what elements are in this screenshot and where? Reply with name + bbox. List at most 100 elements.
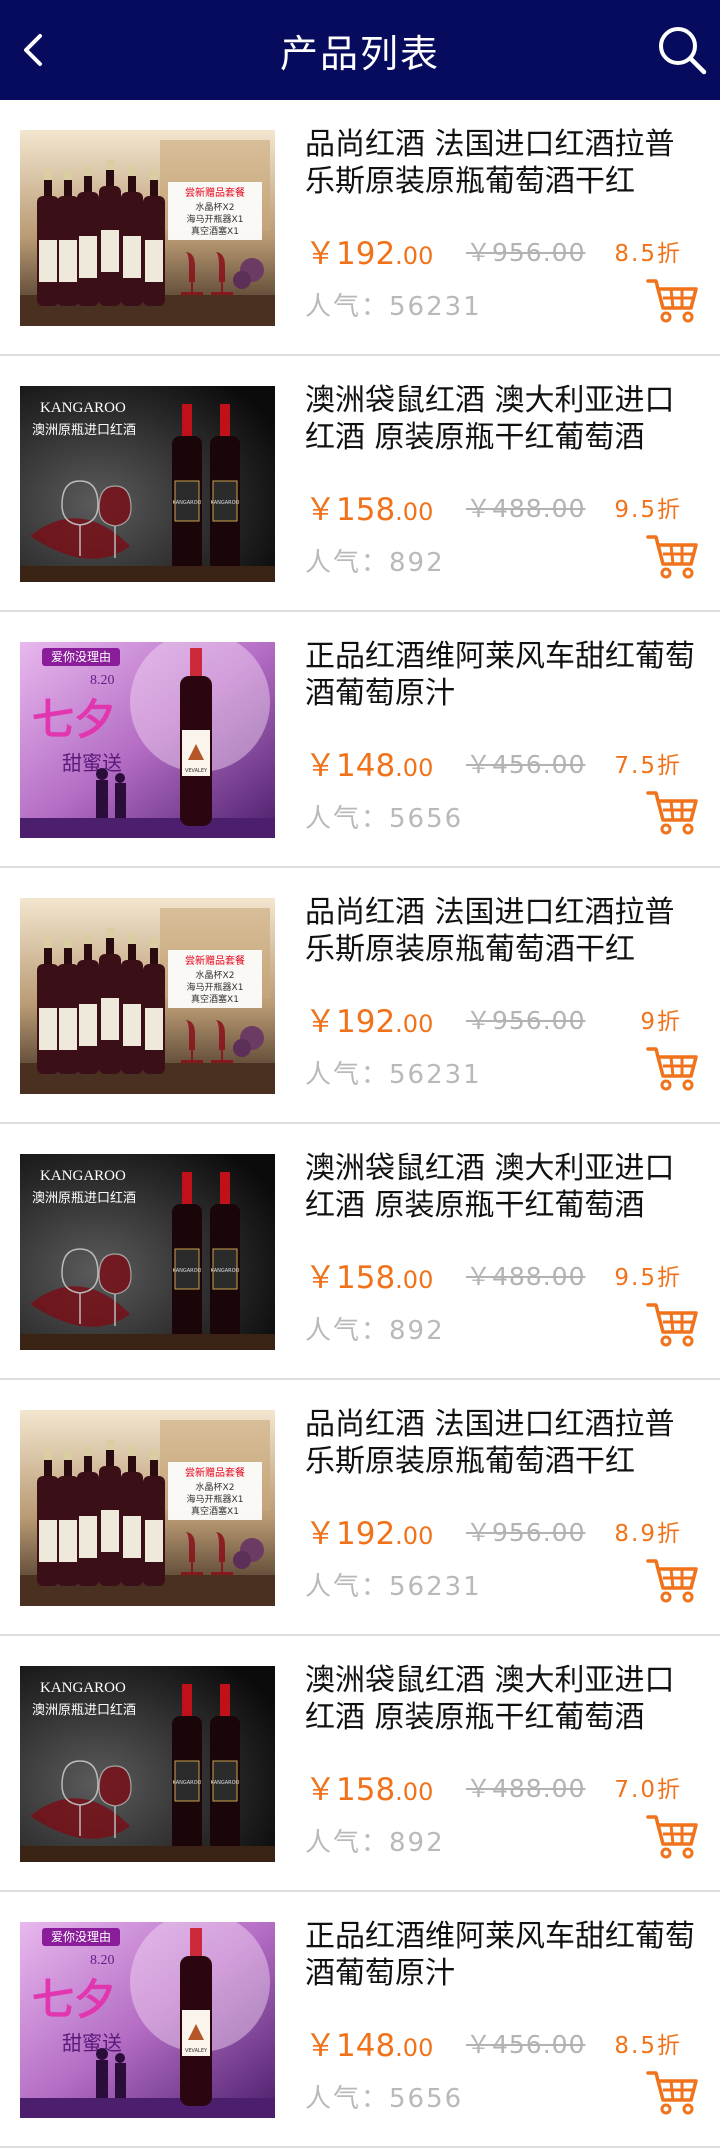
shopping-cart-icon[interactable]: [646, 1556, 698, 1604]
svg-text:海马开瓶器X1: 海马开瓶器X1: [187, 1493, 244, 1505]
product-image[interactable]: 尝新赠品套餐 水晶杯X2 海马开瓶器X1 真空酒塞X1: [20, 1410, 275, 1606]
popularity-count: 人气：56231: [305, 1572, 482, 1602]
product-image[interactable]: KANGAROO 澳洲原瓶进口红酒 KANGAROO KANGAROO: [20, 1154, 275, 1350]
svg-text:海马开瓶器X1: 海马开瓶器X1: [187, 981, 244, 993]
svg-text:8.20: 8.20: [90, 1953, 115, 1968]
svg-text:KANGAROO: KANGAROO: [211, 500, 240, 506]
shopping-cart-icon[interactable]: [646, 2068, 698, 2116]
price-decimal: .00: [395, 242, 434, 270]
product-item[interactable]: 尝新赠品套餐 水晶杯X2 海马开瓶器X1 真空酒塞X1 品尚红酒 法国进口红酒拉普乐斯…: [0, 1380, 720, 1636]
price-integer: ￥192: [305, 1516, 396, 1552]
product-name[interactable]: 品尚红酒 法国进口红酒拉普乐斯原装原瓶葡萄酒干红: [305, 126, 700, 200]
svg-text:KANGAROO: KANGAROO: [40, 400, 126, 416]
svg-text:水晶杯X2: 水晶杯X2: [196, 1481, 235, 1493]
popularity-count: 人气：892: [305, 1828, 445, 1858]
product-photo-lourds: 尝新赠品套餐水晶杯X2海马开瓶器X1真空酒塞X1: [20, 1410, 275, 1606]
discount-badge: 8.5折: [614, 241, 682, 267]
svg-text:澳洲原瓶进口红酒: 澳洲原瓶进口红酒: [32, 1702, 136, 1718]
product-price: ￥148.00: [305, 2020, 433, 2065]
shopping-cart-icon[interactable]: [646, 1812, 698, 1860]
svg-text:海马开瓶器X1: 海马开瓶器X1: [187, 213, 244, 225]
product-name[interactable]: 品尚红酒 法国进口红酒拉普乐斯原装原瓶葡萄酒干红: [305, 894, 700, 968]
svg-text:七夕: 七夕: [32, 695, 116, 744]
price-decimal: .00: [395, 1266, 434, 1294]
svg-text:七夕: 七夕: [32, 1975, 116, 2024]
search-icon[interactable]: [654, 22, 710, 78]
product-image[interactable]: KANGAROO 澳洲原瓶进口红酒 KANGAROO KANGAROO: [20, 1666, 275, 1862]
svg-text:甜蜜送: 甜蜜送: [62, 751, 122, 775]
product-image[interactable]: 爱你没理由 8.20 七夕 甜蜜送 VEVALEY: [20, 642, 275, 838]
svg-text:KANGAROO: KANGAROO: [40, 1168, 126, 1184]
shopping-cart-icon[interactable]: [646, 276, 698, 324]
product-name[interactable]: 澳洲袋鼠红酒 澳大利亚进口红酒 原装原瓶干红葡萄酒: [305, 382, 700, 456]
product-item[interactable]: KANGAROO 澳洲原瓶进口红酒 KANGAROO KANGAROO 澳洲袋鼠红酒 …: [0, 1124, 720, 1380]
back-arrow-icon[interactable]: [14, 28, 58, 72]
original-price: ￥488.00: [466, 1774, 586, 1803]
product-photo-kangaroo: KANGAROO 澳洲原瓶进口红酒 KANGAROO KANGAROO: [20, 386, 275, 582]
product-name[interactable]: 澳洲袋鼠红酒 澳大利亚进口红酒 原装原瓶干红葡萄酒: [305, 1662, 700, 1736]
price-decimal: .00: [395, 2034, 434, 2062]
svg-text:KANGAROO: KANGAROO: [211, 1780, 240, 1786]
svg-text:真空酒塞X1: 真空酒塞X1: [191, 993, 239, 1005]
price-decimal: .00: [395, 754, 434, 782]
app-header: 产品列表: [0, 0, 720, 100]
shopping-cart-icon[interactable]: [646, 1044, 698, 1092]
original-price: ￥956.00: [466, 1006, 586, 1035]
discount-badge: 8.9折: [614, 1521, 682, 1547]
product-photo-kangaroo: KANGAROO 澳洲原瓶进口红酒 KANGAROO KANGAROO: [20, 1154, 275, 1350]
price-integer: ￥192: [305, 1004, 396, 1040]
product-item[interactable]: 尝新赠品套餐 水晶杯X2 海马开瓶器X1 真空酒塞X1 品尚红酒 法国进口红酒拉普乐斯…: [0, 100, 720, 356]
svg-text:甜蜜送: 甜蜜送: [62, 2031, 122, 2055]
svg-text:KANGAROO: KANGAROO: [173, 500, 202, 506]
product-price: ￥192.00: [305, 228, 433, 273]
svg-text:水晶杯X2: 水晶杯X2: [196, 969, 235, 981]
svg-text:水晶杯X2: 水晶杯X2: [196, 201, 235, 213]
svg-text:8.20: 8.20: [90, 673, 115, 688]
product-item[interactable]: 爱你没理由 8.20 七夕 甜蜜送 VEVALEY 正品红酒维阿莱风车甜红葡萄酒葡萄原汁…: [0, 612, 720, 868]
original-price: ￥488.00: [466, 1262, 586, 1291]
svg-text:爱你没理由: 爱你没理由: [51, 1929, 111, 1944]
price-decimal: .00: [395, 1522, 434, 1550]
product-item[interactable]: KANGAROO 澳洲原瓶进口红酒 KANGAROO KANGAROO 澳洲袋鼠红酒 …: [0, 1636, 720, 1892]
product-item[interactable]: KANGAROO 澳洲原瓶进口红酒 KANGAROO KANGAROO 澳洲袋鼠红酒 …: [0, 356, 720, 612]
product-photo-vevaley: 爱你没理由 8.20 七夕甜蜜送 VEVALEY: [20, 642, 275, 838]
price-integer: ￥158: [305, 1260, 396, 1296]
page-title: 产品列表: [279, 31, 440, 76]
svg-text:VEVALEY: VEVALEY: [185, 2048, 208, 2054]
svg-text:KANGAROO: KANGAROO: [173, 1268, 202, 1274]
product-photo-lourds: 尝新赠品套餐水晶杯X2海马开瓶器X1真空酒塞X1: [20, 898, 275, 1094]
popularity-count: 人气：892: [305, 1316, 445, 1346]
product-price: ￥192.00: [305, 996, 433, 1041]
product-image[interactable]: 尝新赠品套餐 水晶杯X2 海马开瓶器X1 真空酒塞X1: [20, 898, 275, 1094]
shopping-cart-icon[interactable]: [646, 1300, 698, 1348]
svg-text:尝新赠品套餐: 尝新赠品套餐: [185, 954, 245, 967]
shopping-cart-icon[interactable]: [646, 788, 698, 836]
product-price: ￥158.00: [305, 1764, 433, 1809]
shopping-cart-icon[interactable]: [646, 532, 698, 580]
discount-badge: 7.5折: [614, 753, 682, 779]
discount-badge: 9.5折: [614, 497, 682, 523]
product-price: ￥148.00: [305, 740, 433, 785]
original-price: ￥488.00: [466, 494, 586, 523]
product-image[interactable]: KANGAROO 澳洲原瓶进口红酒 KANGAROO KANGAROO: [20, 386, 275, 582]
popularity-count: 人气：56231: [305, 292, 482, 322]
product-image[interactable]: 尝新赠品套餐 水晶杯X2 海马开瓶器X1 真空酒塞X1: [20, 130, 275, 326]
product-image[interactable]: 爱你没理由 8.20 七夕甜蜜送 VEVALEY: [20, 1922, 275, 2118]
product-price: ￥192.00: [305, 1508, 433, 1553]
product-list: 尝新赠品套餐 水晶杯X2 海马开瓶器X1 真空酒塞X1 品尚红酒 法国进口红酒拉普乐斯…: [0, 100, 720, 2148]
original-price: ￥956.00: [466, 1518, 586, 1547]
product-name[interactable]: 澳洲袋鼠红酒 澳大利亚进口红酒 原装原瓶干红葡萄酒: [305, 1150, 700, 1224]
original-price: ￥456.00: [466, 750, 586, 779]
product-photo-kangaroo: KANGAROO 澳洲原瓶进口红酒 KANGAROO KANGAROO: [20, 1666, 275, 1862]
product-item[interactable]: 爱你没理由 8.20 七夕甜蜜送 VEVALEY 正品红酒维阿莱风车甜红葡萄酒葡萄原汁…: [0, 1892, 720, 2148]
price-integer: ￥148: [305, 748, 396, 784]
price-integer: ￥158: [305, 492, 396, 528]
product-name[interactable]: 正品红酒维阿莱风车甜红葡萄酒葡萄原汁: [305, 1918, 700, 1992]
product-name[interactable]: 品尚红酒 法国进口红酒拉普乐斯原装原瓶葡萄酒干红: [305, 1406, 700, 1480]
price-integer: ￥158: [305, 1772, 396, 1808]
popularity-count: 人气：892: [305, 548, 445, 578]
product-name[interactable]: 正品红酒维阿莱风车甜红葡萄酒葡萄原汁: [305, 638, 700, 712]
svg-text:真空酒塞X1: 真空酒塞X1: [191, 1505, 239, 1517]
product-item[interactable]: 尝新赠品套餐 水晶杯X2 海马开瓶器X1 真空酒塞X1 品尚红酒 法国进口红酒拉普乐斯…: [0, 868, 720, 1124]
original-price: ￥456.00: [466, 2030, 586, 2059]
